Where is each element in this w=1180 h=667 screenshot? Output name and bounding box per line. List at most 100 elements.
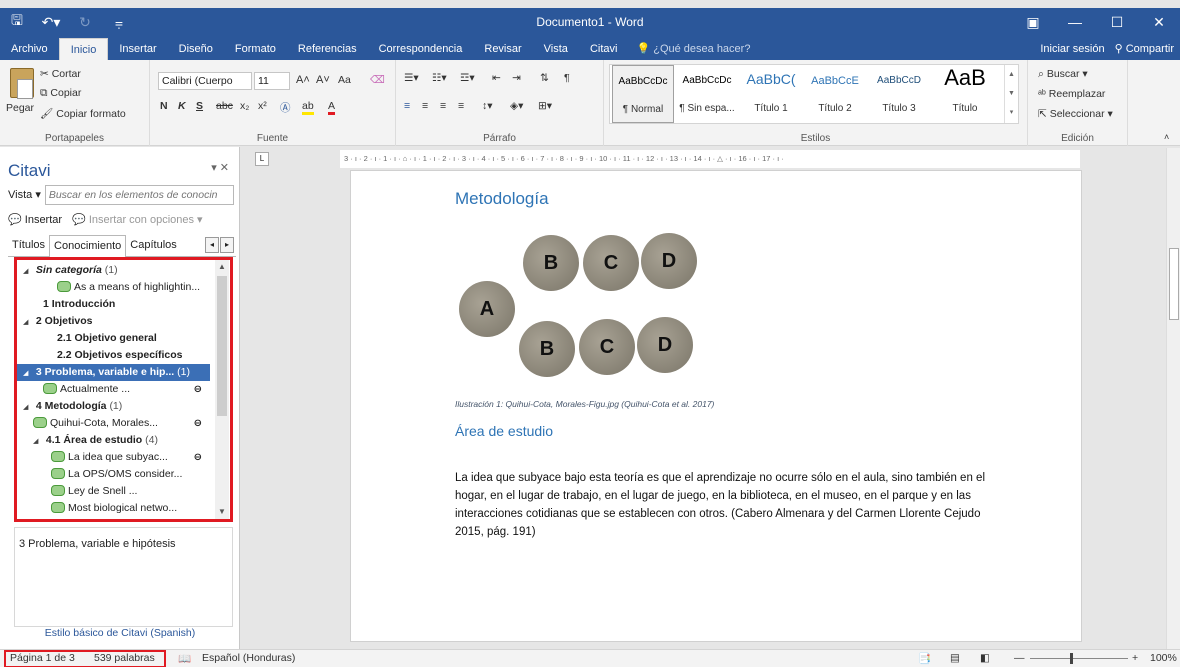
tree-item[interactable]: As a means of highlightin... (17, 279, 210, 296)
share-button[interactable]: ⚲ Compartir (1115, 38, 1174, 60)
tree-scrollbar[interactable]: ▲ ▼ (215, 260, 229, 519)
tell-me-box[interactable]: 💡 ¿Qué desea hacer? (636, 38, 750, 60)
font-size-select[interactable]: 11 (254, 72, 290, 90)
tab-vista[interactable]: Vista (533, 38, 579, 60)
tree-item[interactable]: ◢ 2 Objetivos (17, 313, 210, 330)
figure-caption[interactable]: Ilustración 1: Quihui-Cota, Morales-Figu… (455, 399, 714, 409)
collapse-ribbon-icon[interactable]: ˄ (1164, 132, 1169, 142)
font-color-icon[interactable]: A (328, 100, 336, 115)
undo-icon[interactable]: ↶▾ (34, 8, 68, 36)
tab-next-icon[interactable]: ▸ (220, 237, 234, 253)
tree-item[interactable]: 2.2 Objetivos específicos (17, 347, 210, 364)
replace-button[interactable]: ᵃᵇ Reemplazar (1038, 88, 1105, 100)
paste-button[interactable]: Pegar (6, 102, 34, 114)
zoom-level[interactable]: 100% (1150, 652, 1177, 664)
tab-correspondencia[interactable]: Correspondencia (368, 38, 474, 60)
find-button[interactable]: ⌕ Buscar ▾ (1038, 68, 1088, 81)
signin-link[interactable]: Iniciar sesión (1040, 38, 1104, 60)
ruler[interactable]: 3 · ı · 2 · ı · 1 · ı · ⌂ · ı · 1 · ı · … (340, 150, 1080, 168)
numbering-icon[interactable]: ☷▾ (432, 72, 447, 84)
scroll-down-icon[interactable]: ▼ (215, 505, 229, 519)
save-icon[interactable]: 🖫 (0, 8, 34, 36)
zoom-out-icon[interactable]: — (1014, 652, 1025, 664)
heading-metodologia[interactable]: Metodología (455, 189, 549, 209)
text-effects-icon[interactable]: Ⓐ (280, 100, 291, 115)
tab-conocimiento[interactable]: Conocimiento (49, 235, 127, 258)
align-left-icon[interactable]: ≡ (404, 100, 410, 112)
web-layout-icon[interactable]: ◧ (980, 652, 990, 664)
maximize-icon[interactable]: ☐ (1096, 8, 1138, 36)
redo-icon[interactable]: ↻ (68, 8, 102, 36)
tree-item[interactable]: ◢ 4.1 Área de estudio (4) (17, 432, 210, 449)
scroll-up-icon[interactable]: ▲ (215, 260, 229, 274)
increase-indent-icon[interactable]: ⇥ (512, 72, 521, 84)
bullets-icon[interactable]: ☰▾ (404, 72, 419, 84)
proofing-icon[interactable]: 📖 (178, 652, 191, 665)
justify-icon[interactable]: ≡ (458, 100, 464, 112)
tree-item[interactable]: 2.1 Objetivo general (17, 330, 210, 347)
view-button[interactable]: Vista ▾ (8, 185, 41, 205)
style-normal[interactable]: AaBbCcDc ¶ Normal (612, 65, 674, 123)
print-layout-icon[interactable]: ▤ (950, 652, 960, 664)
document-scroll-thumb[interactable] (1169, 248, 1179, 320)
tree-item[interactable]: Quihui-Cota, Morales... ⊖ (17, 415, 210, 432)
tab-formato[interactable]: Formato (224, 38, 287, 60)
body-paragraph[interactable]: La idea que subyace bajo esta teoría es … (455, 469, 995, 541)
document-scrollbar[interactable] (1166, 148, 1180, 649)
tab-selector[interactable]: L (255, 152, 269, 166)
decrease-indent-icon[interactable]: ⇤ (492, 72, 501, 84)
tab-capitulos[interactable]: Capítulos (126, 235, 180, 257)
ribbon-display-icon[interactable]: ▣ (1012, 8, 1054, 36)
styles-scroll[interactable]: ▲ ▼ ▾ (1004, 65, 1018, 123)
tree-item[interactable]: 1 Introducción (17, 296, 210, 313)
font-name-select[interactable]: Calibri (Cuerpo (158, 72, 252, 90)
italic-button[interactable]: K (178, 100, 186, 112)
tab-revisar[interactable]: Revisar (473, 38, 532, 60)
close-icon[interactable]: ✕ (1138, 8, 1180, 36)
pane-close-icon[interactable]: ▾ ✕ (211, 161, 229, 174)
knowledge-search-input[interactable] (44, 185, 234, 205)
style-heading3[interactable]: AaBbCcD Título 3 (868, 65, 930, 123)
language[interactable]: Español (Honduras) (202, 652, 295, 664)
borders-icon[interactable]: ⊞▾ (538, 100, 552, 112)
tree-item[interactable]: ◢ 4 Metodología (1) (17, 398, 210, 415)
tree-scroll-thumb[interactable] (217, 276, 227, 416)
tab-titulos[interactable]: Títulos (8, 235, 49, 257)
tab-referencias[interactable]: Referencias (287, 38, 368, 60)
heading-area-estudio[interactable]: Área de estudio (455, 423, 553, 439)
shading-icon[interactable]: ◈▾ (510, 100, 523, 112)
tab-insertar[interactable]: Insertar (108, 38, 167, 60)
read-mode-icon[interactable]: 📑 (918, 652, 931, 665)
zoom-slider-thumb[interactable] (1070, 653, 1073, 664)
insert-button[interactable]: 💬 Insertar (8, 213, 62, 226)
subscript-button[interactable]: x₂ (240, 100, 249, 112)
tree-item[interactable]: Actualmente ... ⊖ (17, 381, 210, 398)
insert-options-button[interactable]: 💬 Insertar con opciones ▾ (72, 213, 203, 226)
tab-diseno[interactable]: Diseño (168, 38, 224, 60)
zoom-in-icon[interactable]: + (1132, 652, 1138, 664)
format-painter-button[interactable]: 🖌 Copiar formato (40, 107, 126, 120)
document-page[interactable]: Metodología B C D A B C D Ilustración 1:… (350, 170, 1082, 642)
customize-icon[interactable]: ⩦ (102, 8, 136, 36)
minimize-icon[interactable]: — (1054, 8, 1096, 36)
style-heading1[interactable]: AaBbC( Título 1 (740, 65, 802, 123)
zoom-slider[interactable] (1030, 658, 1128, 659)
shrink-font-icon[interactable]: A˅ (316, 74, 330, 86)
clear-format-icon[interactable]: ⌫ (370, 74, 385, 86)
tab-prev-icon[interactable]: ◂ (205, 237, 219, 253)
word-count[interactable]: 539 palabras (94, 652, 155, 664)
change-case-button[interactable]: Aa (338, 74, 351, 86)
tab-citavi[interactable]: Citavi (579, 38, 629, 60)
style-no-spacing[interactable]: AaBbCcDc ¶ Sin espa... (676, 65, 738, 123)
grow-font-icon[interactable]: A˄ (296, 74, 310, 86)
copy-button[interactable]: ⧉ Copiar (40, 87, 81, 100)
tree-item-selected[interactable]: ◢ 3 Problema, variable e hip... (1) (17, 364, 210, 381)
citation-style-link[interactable]: Estilo básico de Citavi (Spanish) (0, 627, 240, 639)
sort-icon[interactable]: ⇅ (540, 72, 549, 84)
style-heading2[interactable]: AaBbCcE Título 2 (804, 65, 866, 123)
cut-button[interactable]: ✂ Cortar (40, 68, 81, 80)
align-right-icon[interactable]: ≡ (440, 100, 446, 112)
tree-item[interactable]: Ley de Snell ... (17, 483, 210, 500)
tab-archivo[interactable]: Archivo (0, 38, 59, 60)
align-center-icon[interactable]: ≡ (422, 100, 428, 112)
